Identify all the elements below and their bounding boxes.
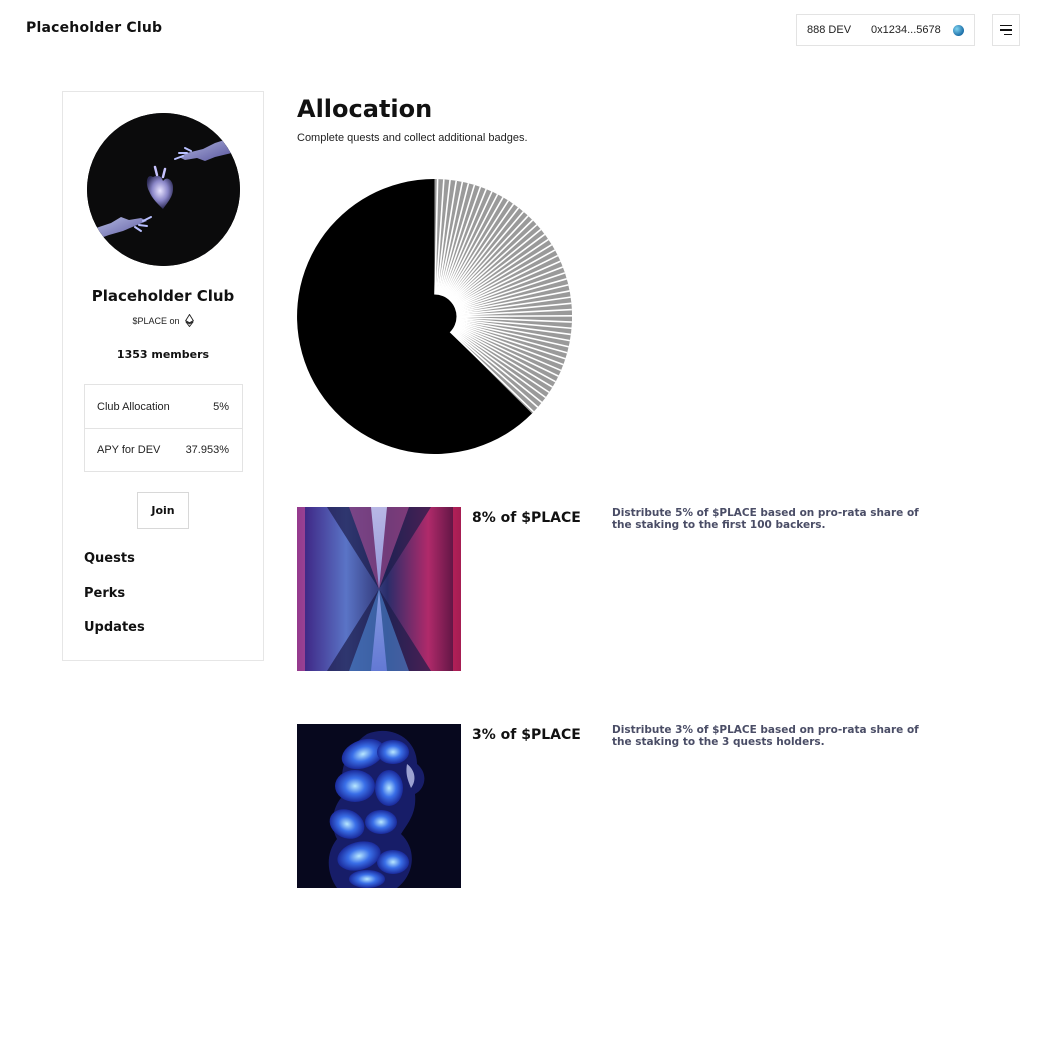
menu-line bbox=[1000, 24, 1012, 27]
member-count: 1353 members bbox=[116, 348, 210, 361]
reward-artwork-image bbox=[297, 507, 461, 671]
reward-percent: 3% of $PLACE bbox=[472, 727, 581, 743]
page-subtitle: Complete quests and collect additional b… bbox=[297, 132, 528, 144]
stat-label: APY for DEV bbox=[97, 444, 161, 456]
reward-artwork-image bbox=[297, 724, 461, 888]
club-name: Placeholder Club bbox=[91, 287, 235, 305]
token-line: $PLACE on bbox=[63, 314, 263, 327]
nav-item-quests[interactable]: Quests bbox=[84, 550, 145, 585]
nav-item-perks[interactable]: Perks bbox=[84, 585, 145, 620]
stat-row-club-allocation: Club Allocation 5% bbox=[85, 385, 242, 428]
ethereum-icon bbox=[184, 314, 194, 327]
stat-value: 37.953% bbox=[185, 444, 229, 456]
stat-value: 5% bbox=[213, 400, 229, 413]
reward-artwork bbox=[297, 507, 461, 671]
club-avatar-artwork bbox=[87, 113, 240, 266]
allocation-pie-chart bbox=[297, 179, 572, 454]
reward-description: Distribute 5% of $PLACE based on pro-rat… bbox=[612, 507, 919, 531]
menu-line bbox=[1004, 33, 1012, 36]
wallet-balance: 888 DEV bbox=[807, 24, 852, 36]
wallet-button[interactable]: 888 DEV 0x1234...5678 bbox=[796, 14, 975, 46]
token-label: $PLACE on bbox=[132, 315, 180, 326]
wallet-avatar-icon bbox=[952, 24, 964, 36]
club-stats: Club Allocation 5% APY for DEV 37.953% bbox=[84, 384, 243, 472]
reward-percent: 8% of $PLACE bbox=[472, 510, 581, 526]
join-button[interactable]: Join bbox=[137, 492, 189, 529]
reward-artwork bbox=[297, 724, 461, 888]
nav-item-updates[interactable]: Updates bbox=[84, 619, 145, 654]
pie-center-hole bbox=[412, 294, 457, 339]
club-sidebar: Placeholder Club $PLACE on 1353 members … bbox=[62, 91, 264, 661]
wallet-address: 0x1234...5678 bbox=[871, 24, 941, 36]
reward-description: Distribute 3% of $PLACE based on pro-rat… bbox=[612, 724, 919, 748]
stat-row-apy: APY for DEV 37.953% bbox=[85, 428, 242, 471]
club-avatar bbox=[87, 113, 240, 266]
hamburger-menu-button[interactable] bbox=[992, 14, 1020, 46]
stat-label: Club Allocation bbox=[97, 400, 170, 413]
menu-line bbox=[1000, 29, 1012, 31]
club-nav: Quests Perks Updates bbox=[84, 550, 145, 654]
page-title: Allocation bbox=[297, 95, 433, 123]
brand-logo[interactable]: Placeholder Club bbox=[26, 20, 162, 36]
